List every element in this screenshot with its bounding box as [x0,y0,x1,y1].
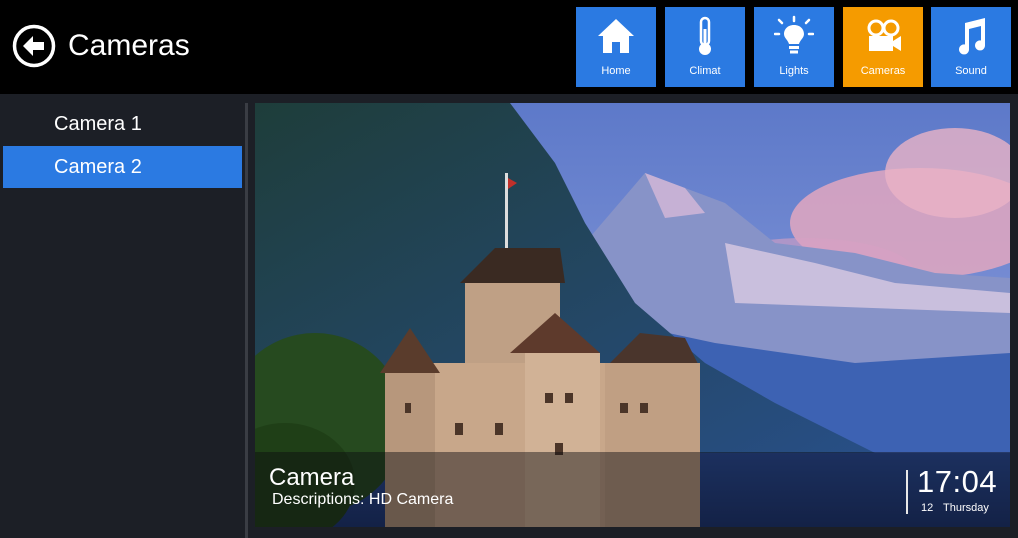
page-title: Cameras [68,29,190,62]
nav-tile-label: Home [601,65,631,77]
camera-list: Camera 1 Camera 2 [0,94,246,538]
nav-tile-label: Climat [689,65,721,77]
camera-list-item-selected[interactable]: Camera 2 [3,146,242,188]
nav-tile-home[interactable]: Home [576,7,656,87]
sidebar-divider [245,103,248,538]
nav-tile-cameras[interactable]: Cameras [843,7,923,87]
nav-tile-label: Cameras [860,65,906,77]
nav-tile-label: Sound [955,65,987,77]
nav-tile-label: Lights [779,65,809,77]
nav-tile-sound[interactable]: Sound [931,7,1011,87]
feed-description: Descriptions: HD Camera [272,491,454,508]
feed-info-overlay: Camera Descriptions: HD Camera 17:04 12 … [255,452,1010,527]
lightbulb-icon [774,15,814,54]
camera-list-item[interactable]: Camera 1 [3,103,242,145]
home-icon [598,19,634,53]
nav-tile-climat[interactable]: Climat [665,7,745,87]
top-bar: Cameras Home Climat Lights Cameras Sound [0,0,1018,94]
music-note-icon [959,18,986,55]
clock-divider [906,470,908,514]
nav-tile-lights[interactable]: Lights [754,7,834,87]
back-arrow-icon [12,24,56,68]
clock-weekday: Thursday [943,502,989,514]
camera-icon [867,19,901,51]
clock-time: 17:04 [917,464,998,499]
clock-day: 12 [921,502,934,514]
thermometer-icon [699,16,711,55]
feed-camera-name: Camera [269,464,355,491]
camera-feed: Camera Descriptions: HD Camera 17:04 12 … [255,103,1010,527]
back-button[interactable] [12,24,56,68]
